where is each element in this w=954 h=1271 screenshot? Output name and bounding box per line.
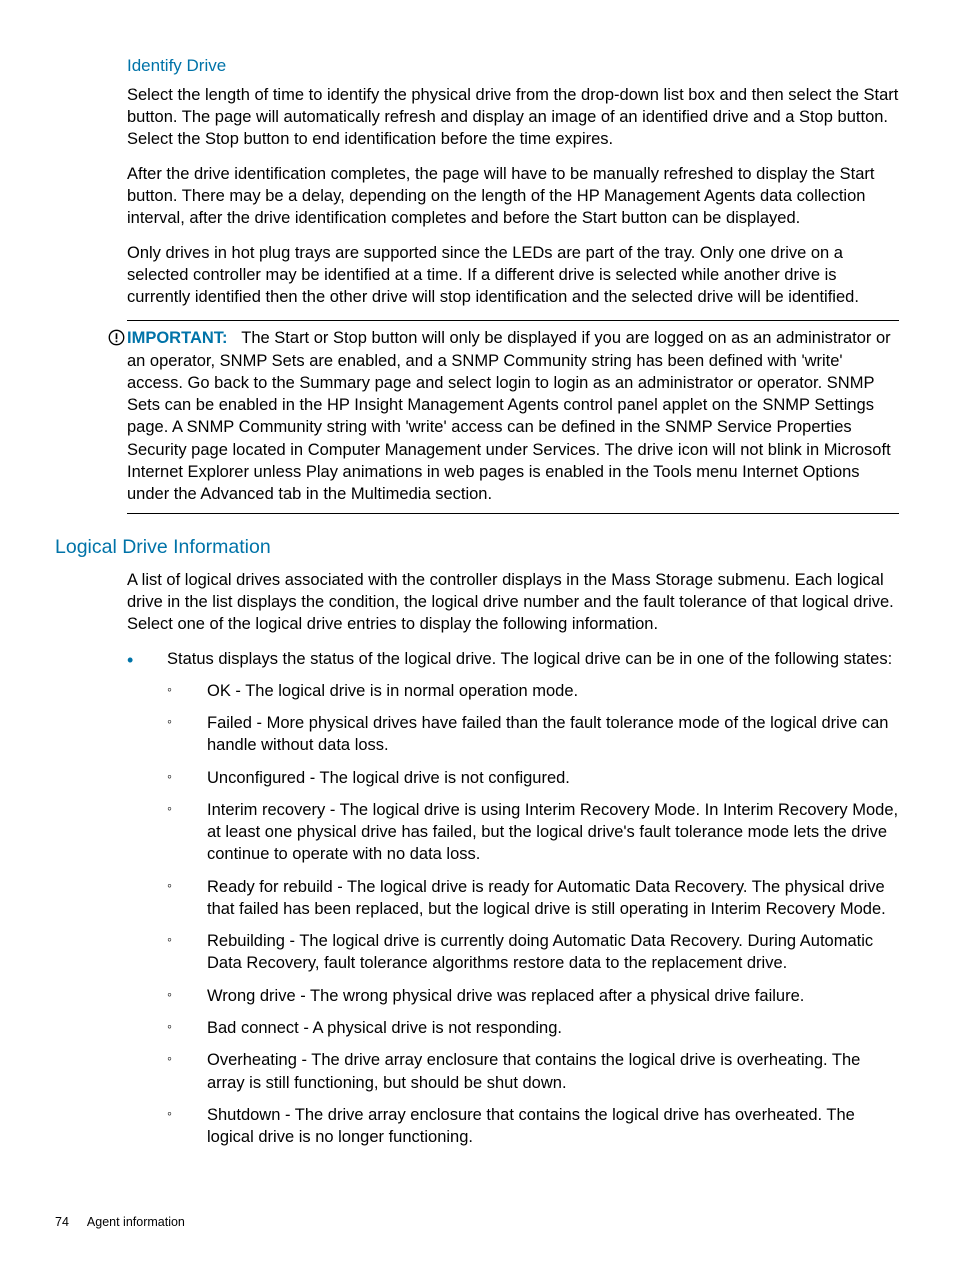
state-item: Shutdown - The drive array enclosure tha… xyxy=(167,1104,899,1149)
footer-section-name: Agent information xyxy=(87,1215,185,1229)
state-item: Bad connect - A physical drive is not re… xyxy=(167,1017,899,1039)
state-item: Unconfigured - The logical drive is not … xyxy=(167,767,899,789)
state-item: Failed - More physical drives have faile… xyxy=(167,712,899,757)
state-item: Ready for rebuild - The logical drive is… xyxy=(167,876,899,921)
state-item: Overheating - The drive array enclosure … xyxy=(167,1049,899,1094)
state-item: Rebuilding - The logical drive is curren… xyxy=(167,930,899,975)
logical-drive-info-heading: Logical Drive Information xyxy=(55,534,899,560)
status-bullet-item: Status displays the status of the logica… xyxy=(127,648,899,1149)
identify-drive-para-3: Only drives in hot plug trays are suppor… xyxy=(127,242,899,309)
status-bullet-text: Status displays the status of the logica… xyxy=(167,650,892,668)
identify-drive-para-1: Select the length of time to identify th… xyxy=(127,84,899,151)
state-item: Wrong drive - The wrong physical drive w… xyxy=(167,985,899,1007)
page-number: 74 xyxy=(55,1215,69,1229)
state-item: Interim recovery - The logical drive is … xyxy=(167,799,899,866)
important-label: IMPORTANT: xyxy=(127,329,228,347)
important-icon xyxy=(108,329,125,346)
state-item: OK - The logical drive is in normal oper… xyxy=(167,680,899,702)
logical-drive-intro: A list of logical drives associated with… xyxy=(127,569,899,636)
status-bullet-list: Status displays the status of the logica… xyxy=(127,648,899,1149)
identify-drive-heading: Identify Drive xyxy=(127,55,899,78)
important-body: The Start or Stop button will only be di… xyxy=(127,329,891,503)
important-text: IMPORTANT: The Start or Stop button will… xyxy=(127,327,899,505)
states-list: OK - The logical drive is in normal oper… xyxy=(167,680,899,1149)
identify-drive-para-2: After the drive identification completes… xyxy=(127,163,899,230)
important-note-block: IMPORTANT: The Start or Stop button will… xyxy=(127,320,899,514)
page-footer: 74 Agent information xyxy=(55,1214,185,1231)
